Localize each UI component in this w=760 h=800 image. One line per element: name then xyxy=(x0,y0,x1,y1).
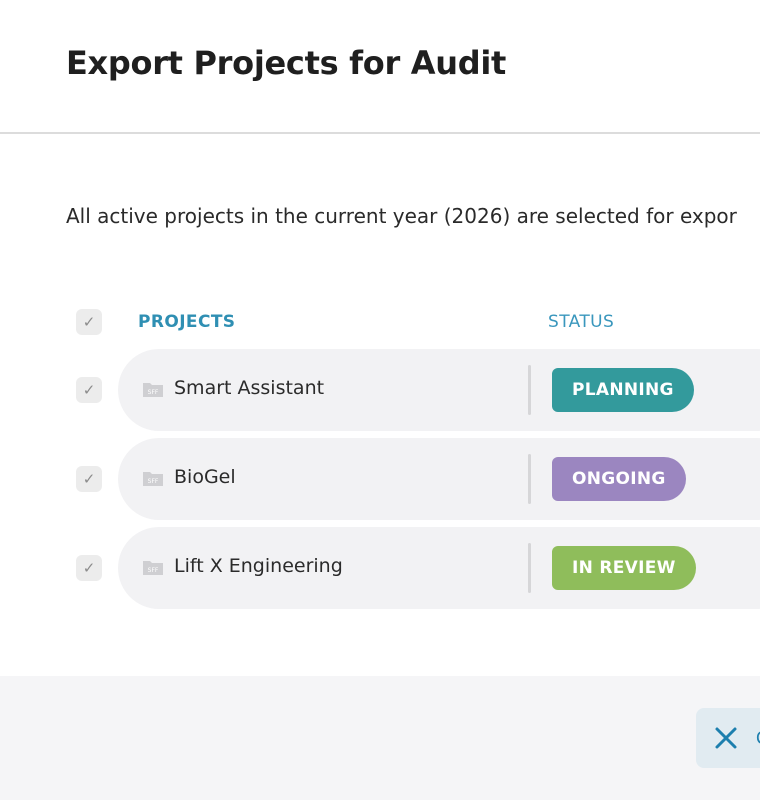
row-checkbox[interactable]: ✓ xyxy=(76,377,102,403)
row-checkbox[interactable]: ✓ xyxy=(76,466,102,492)
status-badge: IN REVIEW xyxy=(552,546,696,590)
svg-text:SFF: SFF xyxy=(148,389,159,396)
table-row[interactable]: SFF Smart Assistant PLANNING xyxy=(118,349,760,431)
row-checkbox[interactable]: ✓ xyxy=(76,555,102,581)
cancel-button[interactable]: C xyxy=(696,708,760,768)
status-badge: ONGOING xyxy=(552,457,686,501)
svg-text:SFF: SFF xyxy=(148,567,159,574)
row-divider xyxy=(528,454,531,504)
select-all-checkbox[interactable]: ✓ xyxy=(76,309,102,335)
table-row[interactable]: SFF BioGel ONGOING xyxy=(118,438,760,520)
file-icon: SFF xyxy=(143,383,163,397)
svg-text:SFF: SFF xyxy=(148,478,159,485)
cancel-label: C xyxy=(756,728,760,749)
project-name: BioGel xyxy=(174,466,236,488)
column-header-status[interactable]: STATUS xyxy=(548,312,614,332)
status-badge: PLANNING xyxy=(552,368,694,412)
dialog-footer: C xyxy=(0,676,760,800)
row-divider xyxy=(528,543,531,593)
file-icon: SFF xyxy=(143,472,163,486)
export-dialog: Export Projects for Audit All active pro… xyxy=(0,0,760,800)
close-icon xyxy=(715,727,737,749)
column-header-projects[interactable]: PROJECTS xyxy=(138,312,235,332)
project-name: Smart Assistant xyxy=(174,377,325,399)
row-divider xyxy=(528,365,531,415)
file-icon: SFF xyxy=(143,561,163,575)
project-name: Lift X Engineering xyxy=(174,555,343,577)
table-row[interactable]: SFF Lift X Engineering IN REVIEW xyxy=(118,527,760,609)
dialog-description: All active projects in the current year … xyxy=(66,204,737,228)
dialog-header: Export Projects for Audit xyxy=(0,0,760,134)
dialog-title: Export Projects for Audit xyxy=(66,44,507,82)
